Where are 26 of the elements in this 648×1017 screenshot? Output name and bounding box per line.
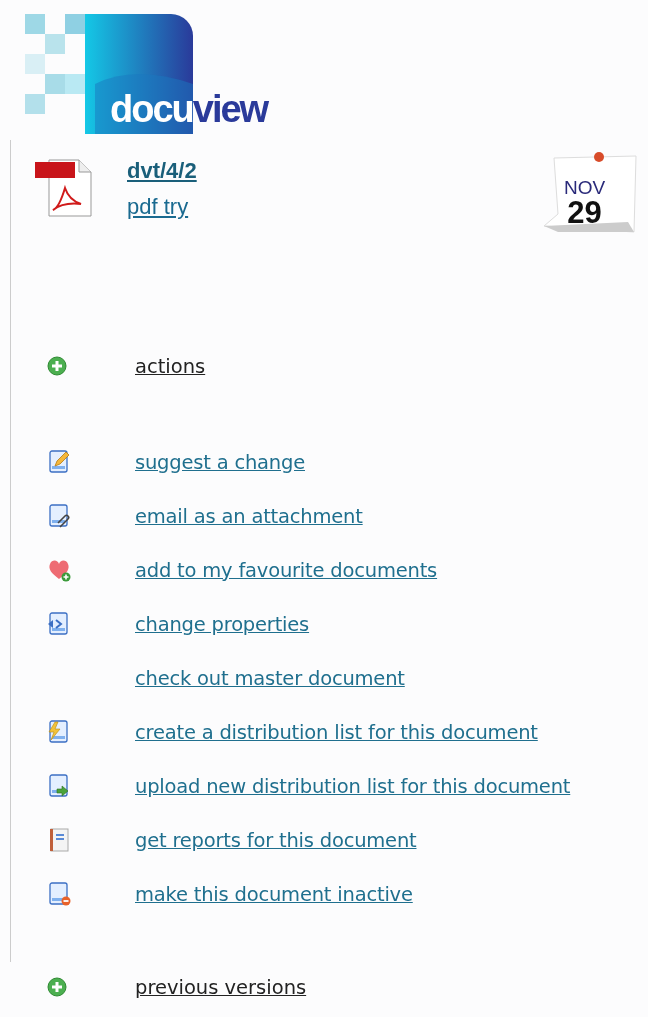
minus-document-icon [47,882,71,906]
logo-text: docu [110,88,193,131]
date-month: NOV [564,178,606,197]
lightning-document-icon [47,720,71,744]
document-reference[interactable]: dvt/4/2 [127,158,197,184]
action-link[interactable]: check out master document [135,666,405,690]
heart-plus-icon [47,558,71,582]
action-link[interactable]: add to my favourite documents [135,558,438,582]
action-link[interactable]: change properties [135,612,310,636]
expand-icon [47,977,67,997]
properties-document-icon [47,612,71,636]
document-title[interactable]: pdf try [127,194,197,220]
section-toggle[interactable]: previous versions [135,975,307,999]
action-link[interactable]: make this document inactive [135,882,413,906]
pencil-document-icon [47,450,71,474]
date-day: 29 [567,197,602,228]
section-toggle[interactable]: actions [135,354,206,378]
paperclip-document-icon [47,504,71,528]
action-link[interactable]: suggest a change [135,450,305,474]
action-link[interactable]: get reports for this document [135,828,417,852]
action-link[interactable]: upload new distribution list for this document [135,774,571,798]
notebook-icon [47,828,71,852]
expand-icon [47,356,67,376]
action-link[interactable]: create a distribution list for this document [135,720,538,744]
arrow-document-icon [47,774,71,798]
action-link[interactable]: email as an attachment [135,504,363,528]
